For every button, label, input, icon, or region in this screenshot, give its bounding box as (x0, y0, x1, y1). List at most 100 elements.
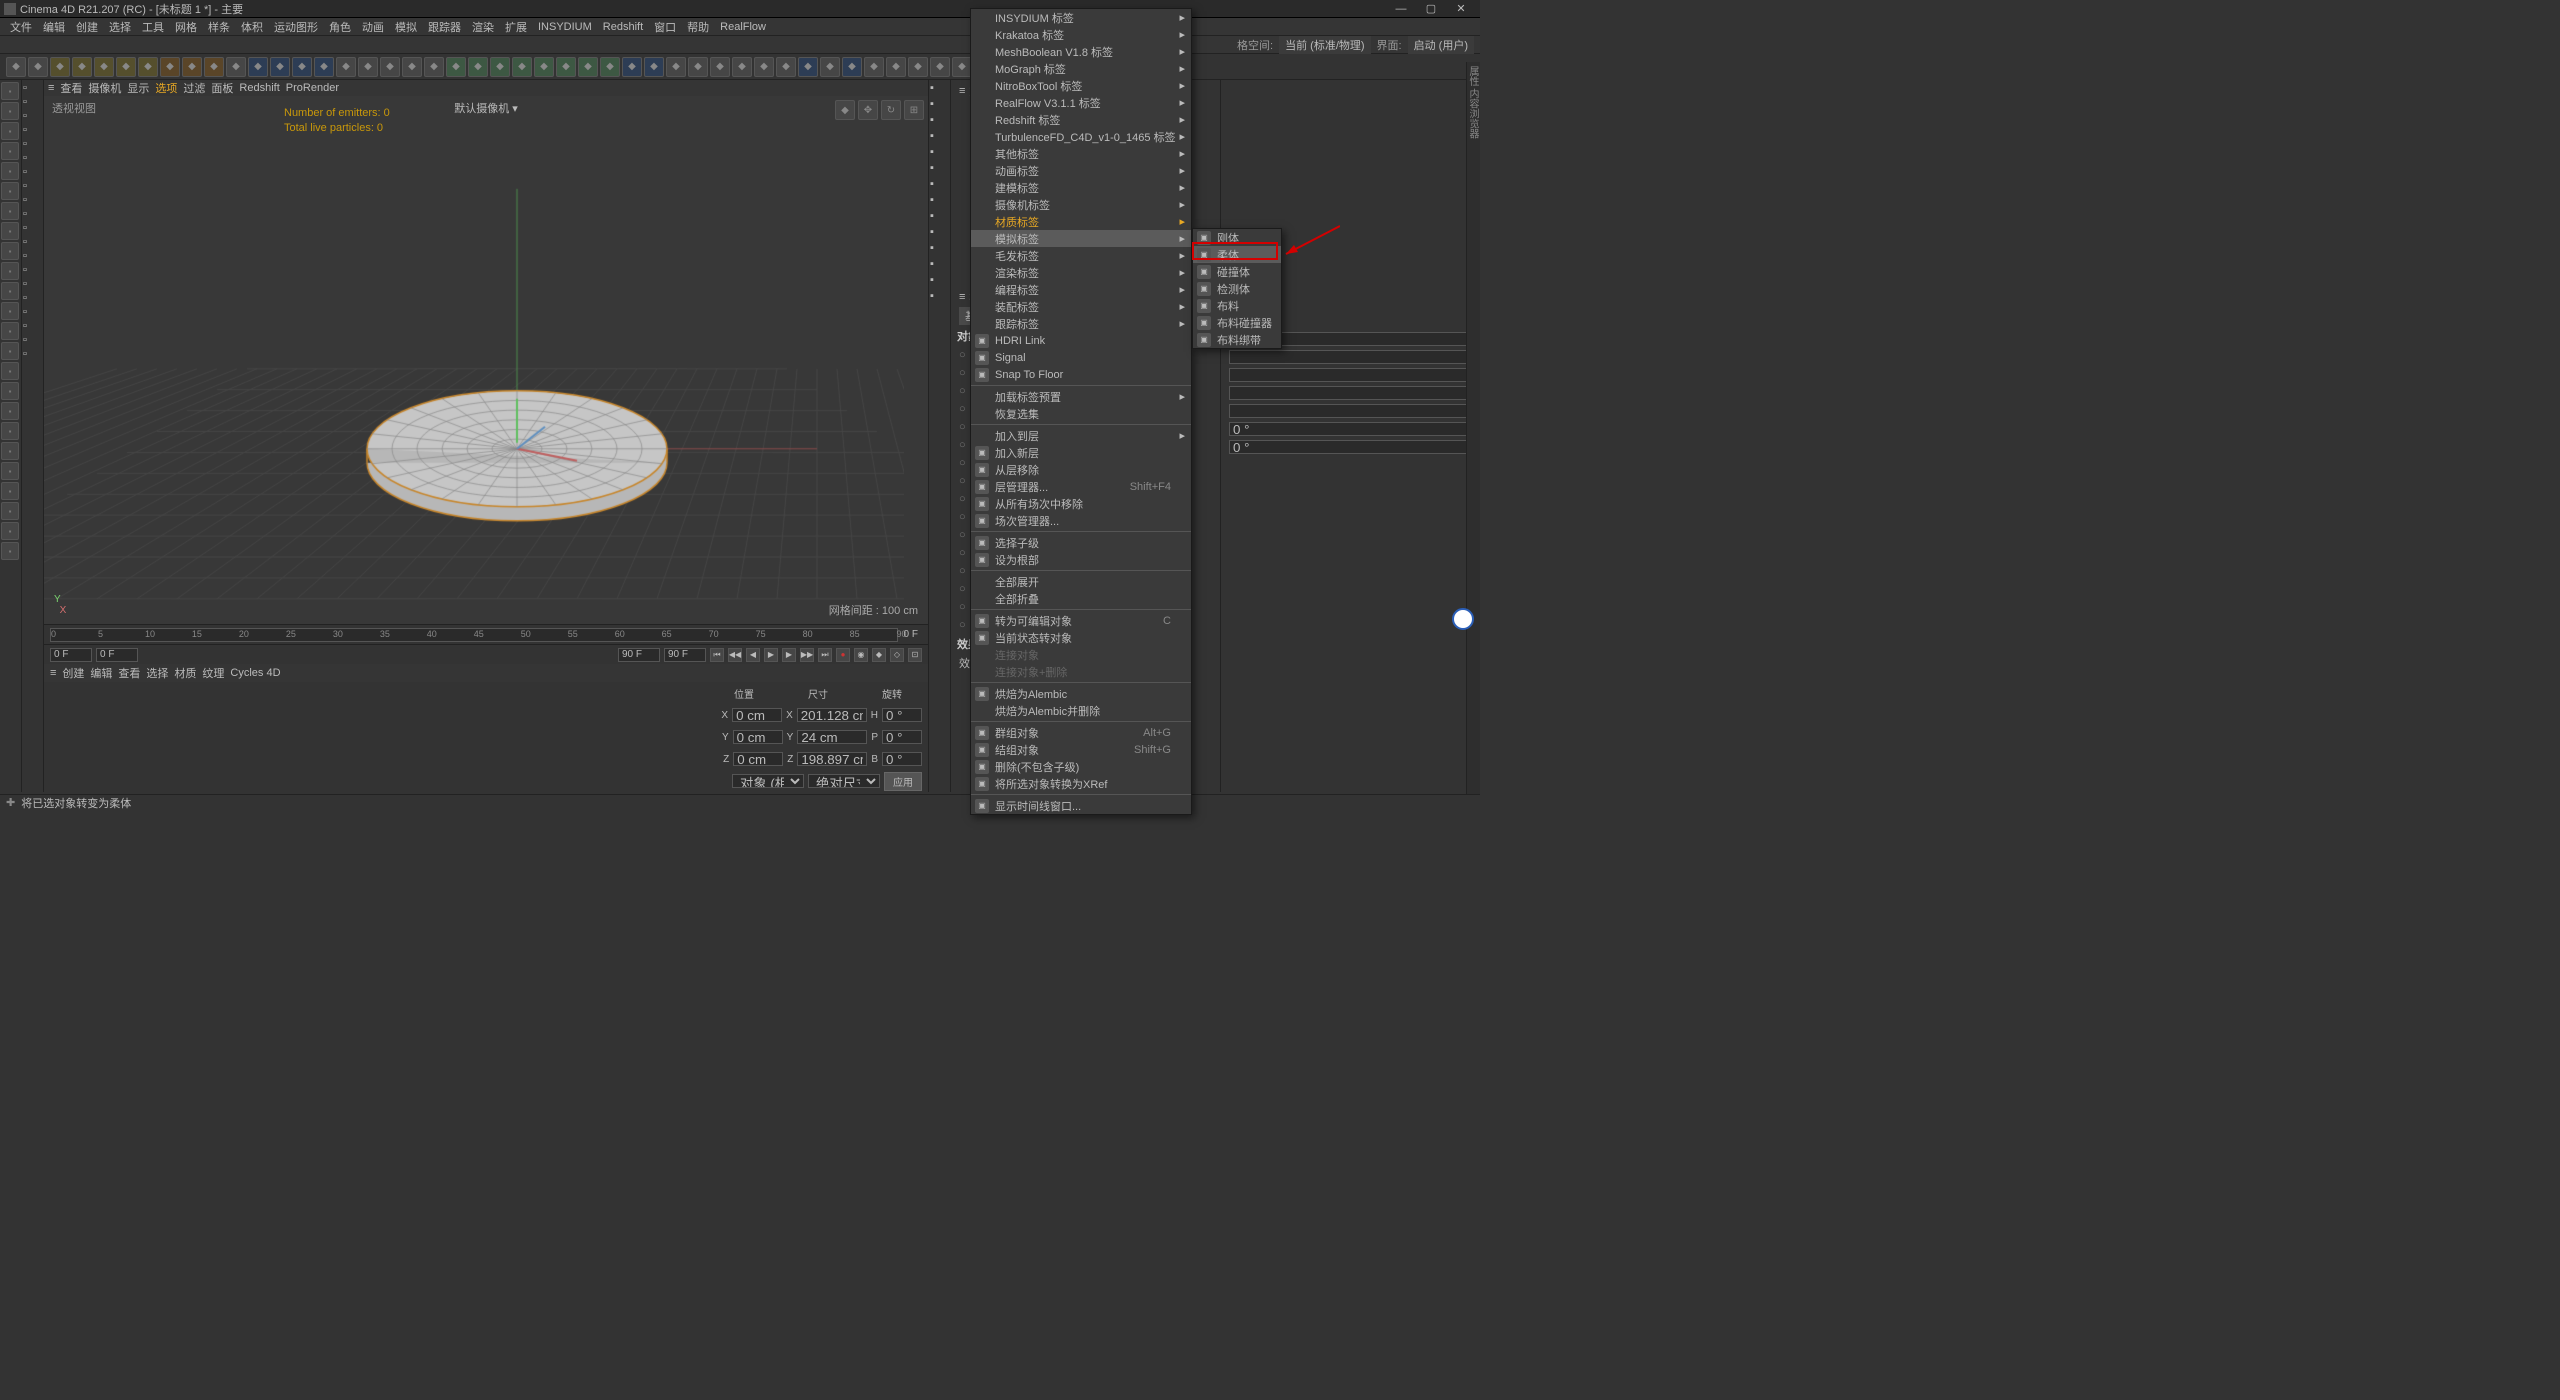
toolbar-button[interactable]: ◆ (556, 57, 576, 77)
toolbar-button[interactable]: ◆ (248, 57, 268, 77)
ctx-item[interactable]: ▣检测体 (1193, 280, 1281, 297)
record-button[interactable]: ● (836, 648, 850, 662)
ctx-item[interactable]: ▣布料绑带 (1193, 331, 1281, 348)
ctx-item[interactable]: ▣加入新层 (971, 444, 1191, 461)
ctx-item[interactable]: ▣Snap To Floor (971, 366, 1191, 383)
rail-button[interactable]: ▪ (1, 502, 19, 520)
ctx-item[interactable]: INSYDIUM 标签▸ (971, 9, 1191, 26)
rail-button[interactable]: ▪ (930, 226, 949, 238)
rail-button[interactable]: ▪ (930, 210, 949, 222)
mode-button[interactable]: ▫ (23, 236, 42, 248)
menu-创建[interactable]: 创建 (72, 18, 102, 36)
toolbar-button[interactable]: ◆ (688, 57, 708, 77)
ctx-item[interactable]: ▣从所有场次中移除 (971, 495, 1191, 512)
vp-menu-item[interactable]: 面板 (211, 80, 233, 96)
toolbar-button[interactable]: ◆ (28, 57, 48, 77)
toolbar-button[interactable]: ◆ (864, 57, 884, 77)
mode-button[interactable]: ▫ (23, 96, 42, 108)
next-key-button[interactable]: ▶▶ (800, 648, 814, 662)
ctx-item[interactable]: 其他标签▸ (971, 145, 1191, 162)
menu-工具[interactable]: 工具 (138, 18, 168, 36)
toolbar-button[interactable]: ◆ (512, 57, 532, 77)
vp-icon[interactable]: ◆ (835, 100, 855, 120)
ctx-item[interactable]: RealFlow V3.1.1 标签▸ (971, 94, 1191, 111)
toolbar-button[interactable]: ◆ (820, 57, 840, 77)
matbar-item[interactable]: 纹理 (202, 665, 224, 681)
timeline-ruler[interactable]: 051015202530354045505560657075808590 (50, 628, 898, 642)
ctx-item[interactable]: 加载标签预置▸ (971, 388, 1191, 405)
end-frame-input[interactable] (664, 648, 706, 662)
ctx-item[interactable]: 全部展开 (971, 573, 1191, 590)
ctx-item[interactable]: ▣层管理器...Shift+F4 (971, 478, 1191, 495)
menu-帮助[interactable]: 帮助 (683, 18, 713, 36)
ctx-item[interactable]: ▣删除(不包含子级) (971, 758, 1191, 775)
ctx-item[interactable]: ▣布料碰撞器 (1193, 314, 1281, 331)
menu-窗口[interactable]: 窗口 (650, 18, 680, 36)
ctx-item[interactable]: 装配标签▸ (971, 298, 1191, 315)
main-menu[interactable]: 文件编辑创建选择工具网格样条体积运动图形角色动画模拟跟踪器渲染扩展INSYDIU… (0, 18, 1480, 36)
ctx-item[interactable]: 恢复选集 (971, 405, 1191, 422)
ctx-item[interactable]: ▣结组对象Shift+G (971, 741, 1191, 758)
field-input[interactable] (1229, 422, 1472, 436)
ctx-item[interactable]: ▣HDRI Link (971, 332, 1191, 349)
key-button[interactable]: ◇ (890, 648, 904, 662)
toolbar-button[interactable]: ◆ (468, 57, 488, 77)
rail-button[interactable]: ▪ (1, 242, 19, 260)
matbar-item[interactable]: Cycles 4D (230, 667, 280, 679)
vp-menu-item[interactable]: 摄像机 (88, 80, 121, 96)
ctx-item[interactable]: MoGraph 标签▸ (971, 60, 1191, 77)
field-input[interactable] (1229, 386, 1472, 400)
toolbar-button[interactable]: ◆ (204, 57, 224, 77)
rail-button[interactable]: ▪ (1, 382, 19, 400)
size-input[interactable] (797, 730, 867, 744)
rail-button[interactable]: ▪ (930, 194, 949, 206)
ctx-item[interactable]: ▣柔体 (1193, 246, 1281, 263)
matbar-item[interactable]: 查看 (118, 665, 140, 681)
ctx-item[interactable]: ▣将所选对象转换为XRef (971, 775, 1191, 792)
rail-button[interactable]: ▪ (1, 202, 19, 220)
ctx-item[interactable]: ▣烘焙为Alembic (971, 685, 1191, 702)
vp-menu-item[interactable]: ProRender (286, 82, 339, 94)
rail-button[interactable]: ▪ (1, 262, 19, 280)
ctx-item[interactable]: TurbulenceFD_C4D_v1-0_1465 标签▸ (971, 128, 1191, 145)
rail-button[interactable]: ▪ (1, 442, 19, 460)
rail-button[interactable]: ▪ (930, 82, 949, 94)
size-input[interactable] (797, 708, 867, 722)
rot-input[interactable] (882, 752, 922, 766)
mode-button[interactable]: ▫ (23, 138, 42, 150)
toolbar-button[interactable]: ◆ (402, 57, 422, 77)
mode-button[interactable]: ▫ (23, 166, 42, 178)
goto-end-button[interactable]: ⏭ (818, 648, 832, 662)
rail-button[interactable]: ▪ (930, 98, 949, 110)
key-button[interactable]: ◆ (872, 648, 886, 662)
toolbar-button[interactable]: ◆ (358, 57, 378, 77)
start-frame-input[interactable] (50, 648, 92, 662)
ctx-item[interactable]: 全部折叠 (971, 590, 1191, 607)
mode-button[interactable]: ▫ (23, 110, 42, 122)
rail-button[interactable]: ▪ (930, 178, 949, 190)
rail-button[interactable]: ▪ (1, 422, 19, 440)
menu-运动图形[interactable]: 运动图形 (270, 18, 322, 36)
play-button[interactable]: ▶ (764, 648, 778, 662)
rail-button[interactable]: ▪ (930, 114, 949, 126)
rail-button[interactable]: ▪ (1, 222, 19, 240)
side-tab[interactable]: 属性 内容浏览器 (1466, 62, 1480, 794)
prev-frame-button[interactable]: ◀ (746, 648, 760, 662)
ctx-item[interactable]: MeshBoolean V1.8 标签▸ (971, 43, 1191, 60)
mode-button[interactable]: ▫ (23, 152, 42, 164)
ctx-item[interactable]: 建模标签▸ (971, 179, 1191, 196)
menu-模拟[interactable]: 模拟 (391, 18, 421, 36)
vp-menu-item[interactable]: ≡ (48, 82, 54, 94)
menu-编辑[interactable]: 编辑 (39, 18, 69, 36)
viewport-menu[interactable]: ≡查看摄像机显示选项过滤面板RedshiftProRender (44, 80, 928, 96)
field-input[interactable] (1229, 440, 1472, 454)
toolbar-button[interactable]: ◆ (380, 57, 400, 77)
rail-button[interactable]: ▪ (930, 242, 949, 254)
ctx-item[interactable]: 材质标签▸ (971, 213, 1191, 230)
rail-button[interactable]: ▪ (1, 182, 19, 200)
ctx-item[interactable]: Krakatoa 标签▸ (971, 26, 1191, 43)
toolbar-button[interactable]: ◆ (72, 57, 92, 77)
toolbar-button[interactable]: ◆ (270, 57, 290, 77)
toolbar-button[interactable]: ◆ (6, 57, 26, 77)
toolbar-button[interactable]: ◆ (886, 57, 906, 77)
